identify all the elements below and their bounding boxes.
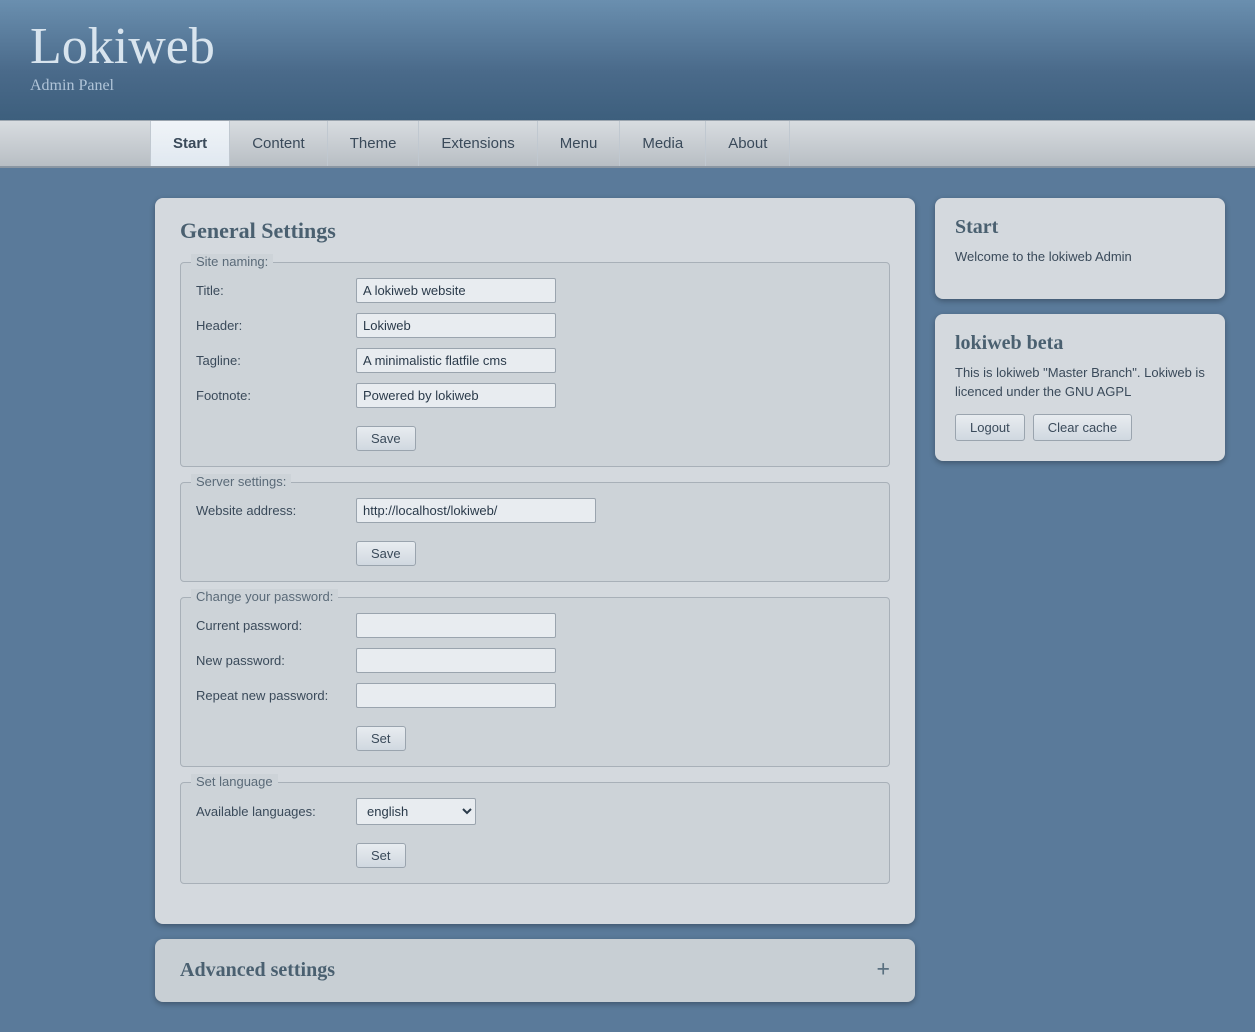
start-side-title: Start <box>955 216 1205 239</box>
site-naming-save-button[interactable]: Save <box>356 426 416 451</box>
change-password-group: Change your password: Current password: … <box>180 597 890 767</box>
language-label: Available languages: <box>196 804 356 819</box>
set-language-group: Set language Available languages: englis… <box>180 782 890 884</box>
main-area: General Settings Site naming: Title: Hea… <box>0 168 1255 1032</box>
address-row: Website address: <box>196 498 874 523</box>
nav-item-start[interactable]: Start <box>150 121 230 166</box>
footnote-label: Footnote: <box>196 388 356 403</box>
clear-cache-button[interactable]: Clear cache <box>1033 414 1132 441</box>
general-settings-title: General Settings <box>180 218 890 244</box>
title-input[interactable] <box>356 278 556 303</box>
page-header: Lokiweb Admin Panel <box>0 0 1255 120</box>
set-language-legend: Set language <box>191 774 278 789</box>
advanced-settings-panel[interactable]: Advanced settings + <box>155 939 915 1002</box>
tagline-label: Tagline: <box>196 353 356 368</box>
tagline-input[interactable] <box>356 348 556 373</box>
advanced-settings-plus-icon: + <box>876 957 890 984</box>
general-settings-panel: General Settings Site naming: Title: Hea… <box>155 198 915 924</box>
new-password-row: New password: <box>196 648 874 673</box>
new-password-label: New password: <box>196 653 356 668</box>
nav-item-content[interactable]: Content <box>230 121 328 166</box>
repeat-password-input[interactable] <box>356 683 556 708</box>
advanced-settings-title: Advanced settings <box>180 959 335 982</box>
server-save-button[interactable]: Save <box>356 541 416 566</box>
current-password-row: Current password: <box>196 613 874 638</box>
password-set-button[interactable]: Set <box>356 726 406 751</box>
beta-side-text: This is lokiweb "Master Branch". Lokiweb… <box>955 363 1205 402</box>
nav-item-extensions[interactable]: Extensions <box>419 121 537 166</box>
header-row: Header: <box>196 313 874 338</box>
site-subtitle: Admin Panel <box>30 77 215 95</box>
start-side-text: Welcome to the lokiweb Admin <box>955 247 1205 267</box>
nav-item-about[interactable]: About <box>706 121 790 166</box>
language-set-button[interactable]: Set <box>356 843 406 868</box>
main-nav: Start Content Theme Extensions Menu Medi… <box>0 120 1255 168</box>
beta-side-title: lokiweb beta <box>955 332 1205 355</box>
beta-side-panel: lokiweb beta This is lokiweb "Master Bra… <box>935 314 1225 461</box>
header-input[interactable] <box>356 313 556 338</box>
current-password-label: Current password: <box>196 618 356 633</box>
site-title: Lokiweb <box>30 21 215 73</box>
right-column: Start Welcome to the lokiweb Admin lokiw… <box>935 198 1225 1002</box>
current-password-input[interactable] <box>356 613 556 638</box>
nav-item-theme[interactable]: Theme <box>328 121 420 166</box>
site-naming-legend: Site naming: <box>191 254 273 269</box>
address-label: Website address: <box>196 503 356 518</box>
site-naming-group: Site naming: Title: Header: Tagline: Foo… <box>180 262 890 467</box>
nav-item-menu[interactable]: Menu <box>538 121 621 166</box>
repeat-password-row: Repeat new password: <box>196 683 874 708</box>
server-settings-group: Server settings: Website address: Save <box>180 482 890 582</box>
title-row: Title: <box>196 278 874 303</box>
nav-item-media[interactable]: Media <box>620 121 706 166</box>
language-select[interactable]: english <box>356 798 476 825</box>
footnote-row: Footnote: <box>196 383 874 408</box>
server-settings-legend: Server settings: <box>191 474 291 489</box>
address-input[interactable] <box>356 498 596 523</box>
title-label: Title: <box>196 283 356 298</box>
footnote-input[interactable] <box>356 383 556 408</box>
new-password-input[interactable] <box>356 648 556 673</box>
header-label: Header: <box>196 318 356 333</box>
language-row: Available languages: english <box>196 798 874 825</box>
tagline-row: Tagline: <box>196 348 874 373</box>
left-column: General Settings Site naming: Title: Hea… <box>155 198 915 1002</box>
change-password-legend: Change your password: <box>191 589 338 604</box>
repeat-password-label: Repeat new password: <box>196 688 356 703</box>
beta-button-row: Logout Clear cache <box>955 414 1205 441</box>
logout-button[interactable]: Logout <box>955 414 1025 441</box>
start-side-panel: Start Welcome to the lokiweb Admin <box>935 198 1225 299</box>
